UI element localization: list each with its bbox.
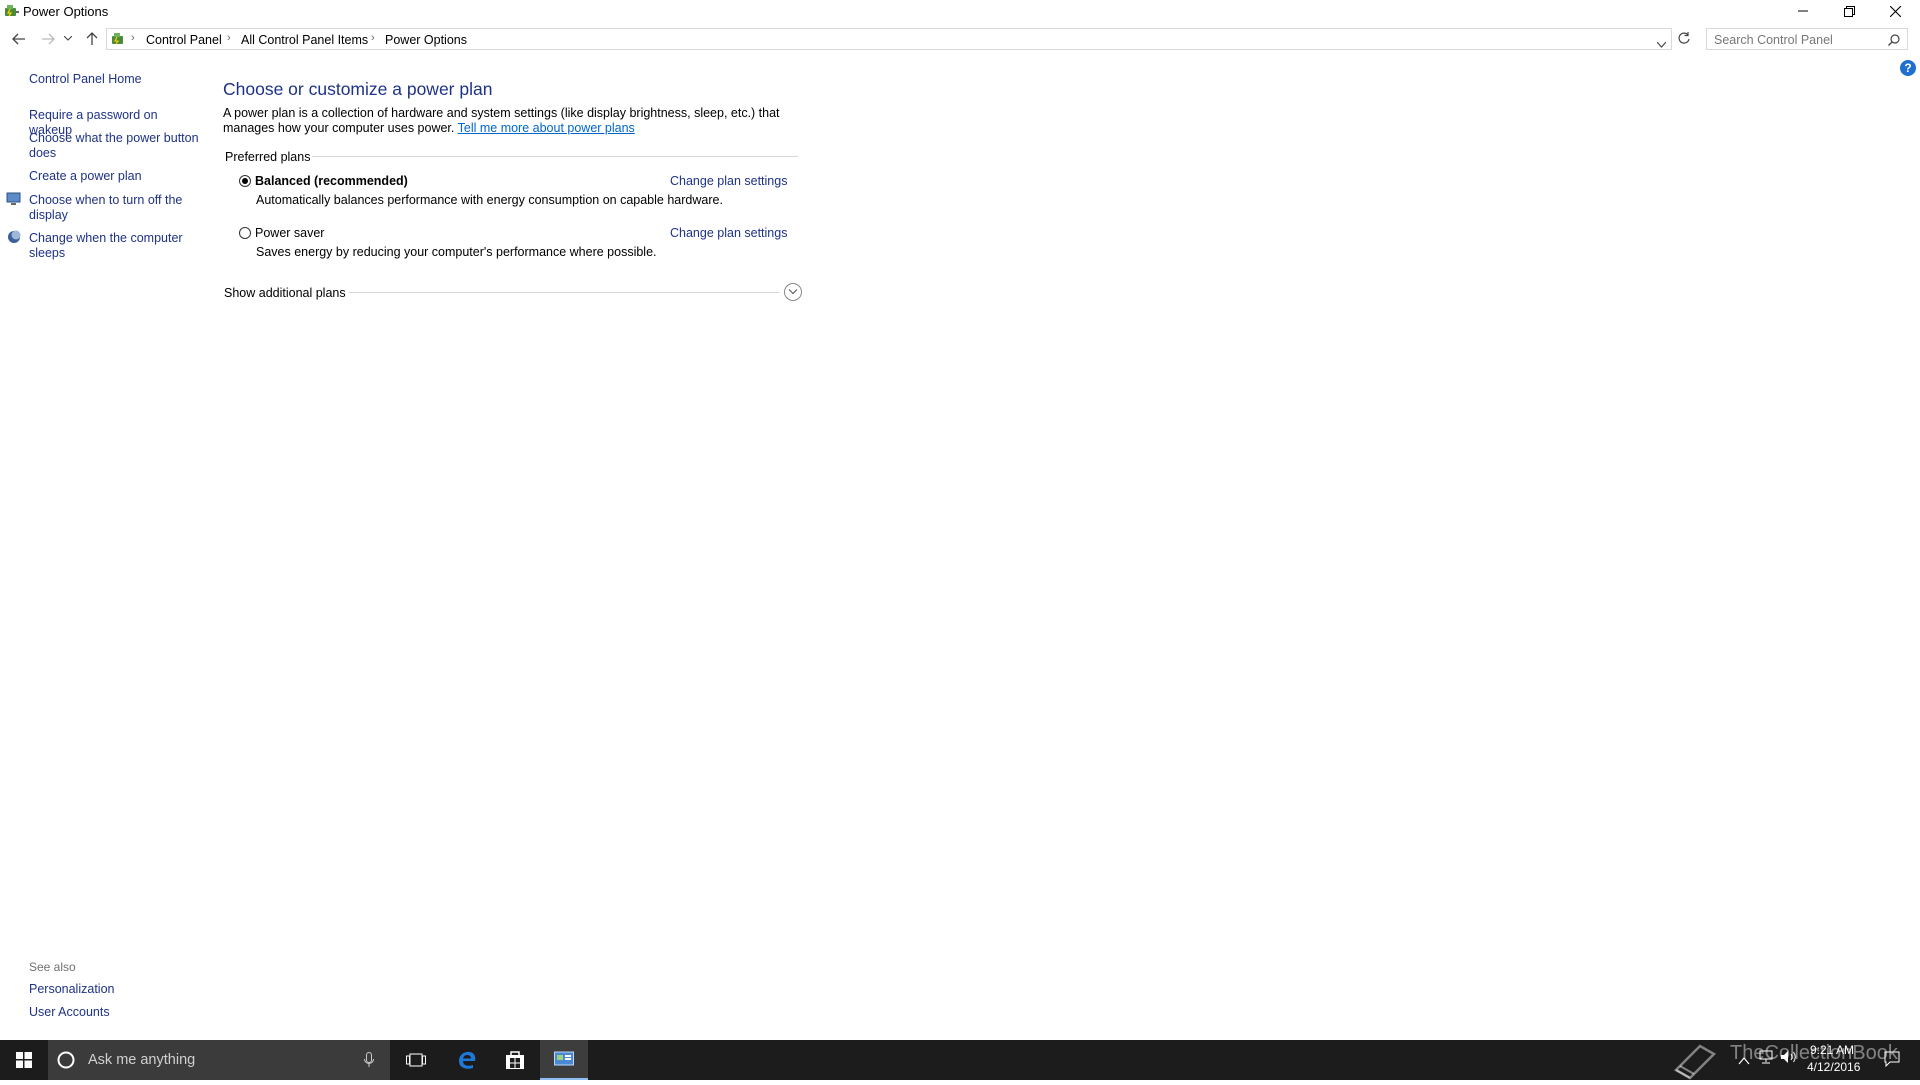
- restore-button[interactable]: [1826, 0, 1872, 22]
- change-plan-settings-power-saver[interactable]: Change plan settings: [670, 226, 787, 240]
- forward-button[interactable]: [38, 30, 58, 48]
- clock-time[interactable]: 9:21 AM: [1810, 1043, 1854, 1057]
- book-logo-icon: [1670, 1040, 1718, 1080]
- sidebar-item-computer-sleeps[interactable]: Change when the computer sleeps: [29, 231, 189, 261]
- preferred-plans-label: Preferred plans: [225, 150, 311, 164]
- show-additional-plans[interactable]: Show additional plans: [224, 286, 346, 300]
- close-button[interactable]: [1872, 0, 1918, 22]
- divider: [349, 292, 779, 293]
- cortana-search-box[interactable]: Ask me anything: [48, 1040, 390, 1080]
- chevron-up-icon[interactable]: [1738, 1052, 1750, 1070]
- chevron-right-icon: ›: [131, 32, 135, 44]
- page-title: Choose or customize a power plan: [223, 79, 493, 99]
- chevron-down-icon[interactable]: [1656, 35, 1667, 53]
- power-options-icon: [2, 2, 20, 20]
- sidebar-item-turn-off-display[interactable]: Choose when to turn off the display: [29, 193, 189, 223]
- control-panel-icon: [110, 31, 128, 52]
- radio-selected-dot: [242, 178, 248, 184]
- see-also-label: See also: [29, 960, 76, 974]
- moon-icon: [7, 230, 21, 244]
- refresh-icon[interactable]: [1677, 31, 1693, 47]
- divider: [312, 156, 798, 157]
- control-panel-taskbar-button[interactable]: [540, 1040, 588, 1080]
- chevron-down-icon[interactable]: [784, 283, 802, 301]
- plan-description-balanced: Automatically balances performance with …: [256, 193, 723, 207]
- title-bar: Power Options: [0, 0, 1920, 24]
- chevron-right-icon[interactable]: ›: [371, 32, 375, 44]
- window-title: Power Options: [23, 4, 109, 19]
- sidebar-item-power-button[interactable]: Choose what the power button does: [29, 131, 199, 161]
- breadcrumb-power-options[interactable]: Power Options: [385, 33, 467, 47]
- control-panel-home-link[interactable]: Control Panel Home: [29, 72, 199, 87]
- plan-name-balanced[interactable]: Balanced (recommended): [255, 174, 408, 188]
- windows-start-icon[interactable]: [0, 1040, 48, 1080]
- help-icon[interactable]: ?: [1900, 60, 1916, 76]
- monitor-icon: [6, 192, 22, 206]
- minimize-button[interactable]: [1780, 0, 1826, 22]
- sidebar-item-create-plan[interactable]: Create a power plan: [29, 169, 199, 184]
- search-icon[interactable]: [1888, 33, 1900, 51]
- cortana-icon: [57, 1051, 75, 1074]
- cortana-placeholder: Ask me anything: [88, 1052, 196, 1068]
- power-saver-radio[interactable]: [239, 227, 251, 239]
- store-icon[interactable]: [491, 1040, 539, 1080]
- see-also-user-accounts[interactable]: User Accounts: [29, 1005, 199, 1020]
- action-center-icon[interactable]: [1884, 1051, 1900, 1072]
- balanced-radio[interactable]: [239, 175, 251, 187]
- page-description: A power plan is a collection of hardware…: [223, 106, 813, 136]
- address-bar[interactable]: › Control Panel › All Control Panel Item…: [106, 28, 1672, 50]
- tell-me-more-link[interactable]: Tell me more about power plans: [458, 121, 635, 135]
- search-input[interactable]: Search Control Panel: [1706, 28, 1908, 50]
- clock-date[interactable]: 4/12/2016: [1807, 1060, 1860, 1074]
- microphone-icon[interactable]: [364, 1052, 374, 1073]
- network-icon[interactable]: [1758, 1050, 1774, 1069]
- recent-locations-button[interactable]: [62, 30, 74, 48]
- plan-name-power-saver[interactable]: Power saver: [255, 226, 324, 240]
- back-button[interactable]: [9, 30, 29, 48]
- edge-browser-icon[interactable]: [443, 1040, 491, 1080]
- volume-icon[interactable]: [1780, 1050, 1798, 1069]
- breadcrumb-all-items[interactable]: All Control Panel Items: [241, 33, 368, 47]
- chevron-right-icon[interactable]: ›: [227, 32, 231, 44]
- plan-description-power-saver: Saves energy by reducing your computer's…: [256, 245, 657, 259]
- search-placeholder: Search Control Panel: [1714, 33, 1833, 47]
- change-plan-settings-balanced[interactable]: Change plan settings: [670, 174, 787, 188]
- breadcrumb-control-panel[interactable]: Control Panel: [146, 33, 222, 47]
- up-button[interactable]: [82, 30, 102, 48]
- task-view-icon[interactable]: [392, 1040, 440, 1080]
- see-also-personalization[interactable]: Personalization: [29, 982, 199, 997]
